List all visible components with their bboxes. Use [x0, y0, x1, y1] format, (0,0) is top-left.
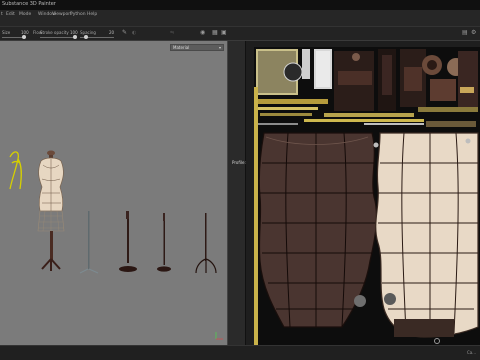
- dark-leather-torso: [258, 132, 378, 328]
- size-slider-knob[interactable]: [22, 35, 26, 39]
- uv-texture-map: [254, 47, 480, 345]
- mannequin-models: [9, 150, 217, 274]
- viewport-splitter[interactable]: [227, 41, 246, 345]
- settings-icon[interactable]: ⚙: [471, 30, 476, 36]
- texture-canvas[interactable]: [254, 47, 480, 345]
- light-leather-torso: [375, 132, 479, 338]
- dress-form-model: [37, 150, 65, 271]
- notification-icon[interactable]: [434, 338, 440, 344]
- viewport-2d[interactable]: [246, 41, 480, 345]
- stroke-opacity-label: Stroke opacity: [40, 30, 69, 35]
- viewport-3d[interactable]: Material ▾: [0, 41, 227, 345]
- stroke-opacity-slider-knob[interactable]: [73, 35, 77, 39]
- round-base-stand-model: [119, 211, 137, 272]
- menu-item-python[interactable]: Python: [70, 12, 86, 17]
- small-base-stand-model: [157, 213, 171, 272]
- yellow-wire-model: [9, 151, 22, 190]
- spacing-label: Spacing: [80, 30, 96, 35]
- chevron-down-icon: ▾: [218, 45, 221, 50]
- disabled-tool-icon[interactable]: ◐: [132, 31, 136, 36]
- metal-stand-model: [79, 211, 99, 274]
- menu-item-edit[interactable]: Edit: [6, 12, 15, 17]
- brush-tool-icon[interactable]: ✎: [122, 30, 127, 36]
- spacing-value[interactable]: 20: [109, 30, 114, 35]
- stroke-opacity-slider[interactable]: [40, 37, 76, 38]
- export-icon[interactable]: ▤: [462, 30, 468, 36]
- display-settings-icon[interactable]: ▣: [221, 30, 227, 36]
- spacing-slider-knob[interactable]: [84, 35, 88, 39]
- status-bar: Ca...: [0, 345, 480, 360]
- menu-item-file[interactable]: t: [1, 12, 3, 17]
- axis-gizmo-icon: [215, 332, 223, 340]
- title-bar: Substance 3D Painter: [0, 0, 480, 10]
- disabled-mirror-icon[interactable]: ⇋: [170, 31, 174, 36]
- tripod-stand-model: [195, 213, 217, 274]
- display-mode-dropdown[interactable]: Material ▾: [170, 44, 224, 51]
- camera-icon[interactable]: ◉: [200, 30, 205, 36]
- menu-item-help[interactable]: Help: [87, 12, 97, 17]
- size-label: Size: [2, 30, 11, 35]
- display-mode-value: Material: [173, 45, 190, 50]
- status-text: Ca...: [466, 350, 476, 355]
- menu-item-viewport[interactable]: Viewport: [52, 12, 72, 17]
- grid-view-icon[interactable]: ▦: [212, 30, 218, 36]
- menu-item-mode[interactable]: Mode: [19, 12, 31, 17]
- app-title: Substance 3D Painter: [2, 1, 56, 7]
